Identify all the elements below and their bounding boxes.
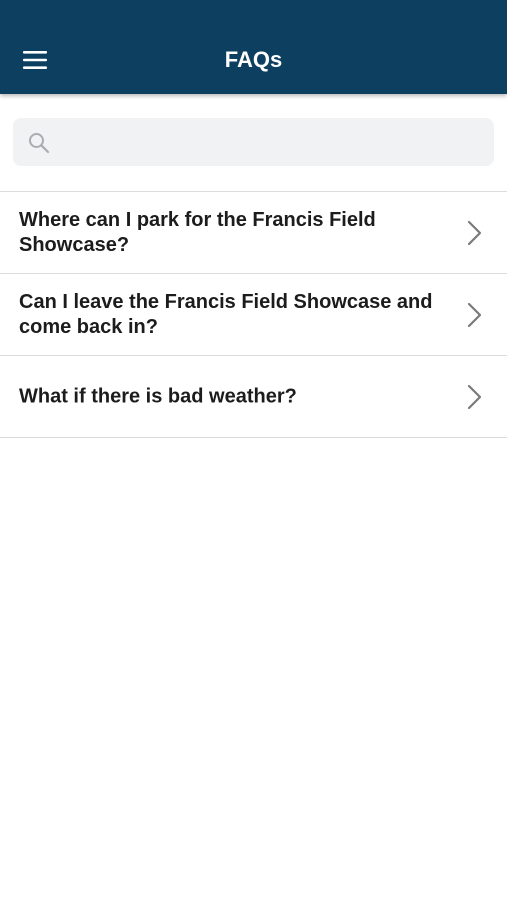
app-screen: FAQs Where can I park for the Francis Fi… bbox=[0, 0, 507, 900]
faq-question: What if there is bad weather? bbox=[19, 385, 297, 407]
chevron-right-icon bbox=[467, 302, 482, 327]
faq-question: Where can I park for the Francis Field S… bbox=[19, 208, 376, 256]
page-title: FAQs bbox=[224, 47, 283, 72]
search-icon bbox=[29, 133, 50, 154]
faq-question: Can I leave the Francis Field Showcase a… bbox=[19, 290, 433, 338]
faq-item-weather[interactable]: What if there is bad weather? bbox=[0, 356, 507, 438]
search-input[interactable] bbox=[61, 118, 481, 166]
faq-item-reentry[interactable]: Can I leave the Francis Field Showcase a… bbox=[0, 274, 507, 356]
top-app-bar: FAQs bbox=[0, 0, 507, 94]
chevron-right-icon bbox=[467, 384, 482, 409]
search-bar[interactable] bbox=[13, 118, 494, 166]
faq-list: Where can I park for the Francis Field S… bbox=[0, 191, 507, 438]
faq-item-parking[interactable]: Where can I park for the Francis Field S… bbox=[0, 192, 507, 274]
chevron-right-icon bbox=[467, 220, 482, 245]
